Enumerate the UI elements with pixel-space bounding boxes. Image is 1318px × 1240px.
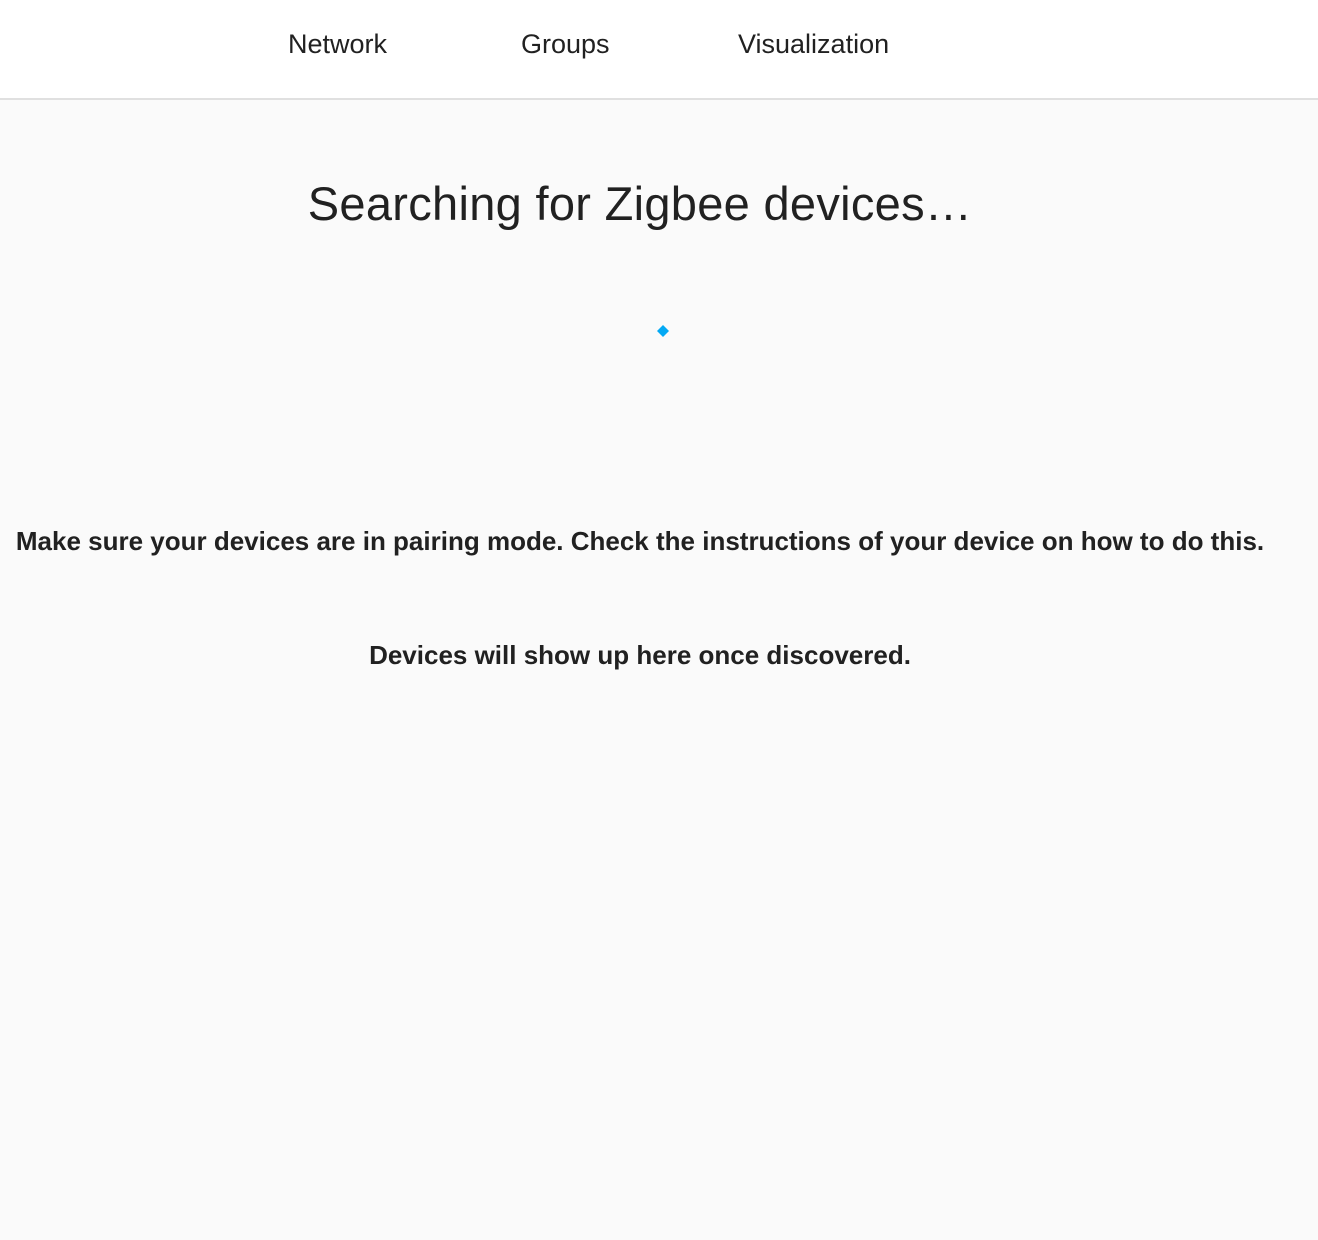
pairing-mode-hint: Make sure your devices are in pairing mo… [15, 526, 1265, 556]
top-tab-bar: Network Groups Visualization [0, 0, 1318, 100]
discovery-hint: Devices will show up here once discovere… [369, 640, 911, 670]
tab-network[interactable]: Network [288, 0, 387, 88]
tab-visualization[interactable]: Visualization [738, 0, 889, 88]
loading-spinner-icon [657, 325, 669, 337]
page-title: Searching for Zigbee devices… [307, 177, 973, 230]
tab-groups[interactable]: Groups [521, 0, 610, 88]
